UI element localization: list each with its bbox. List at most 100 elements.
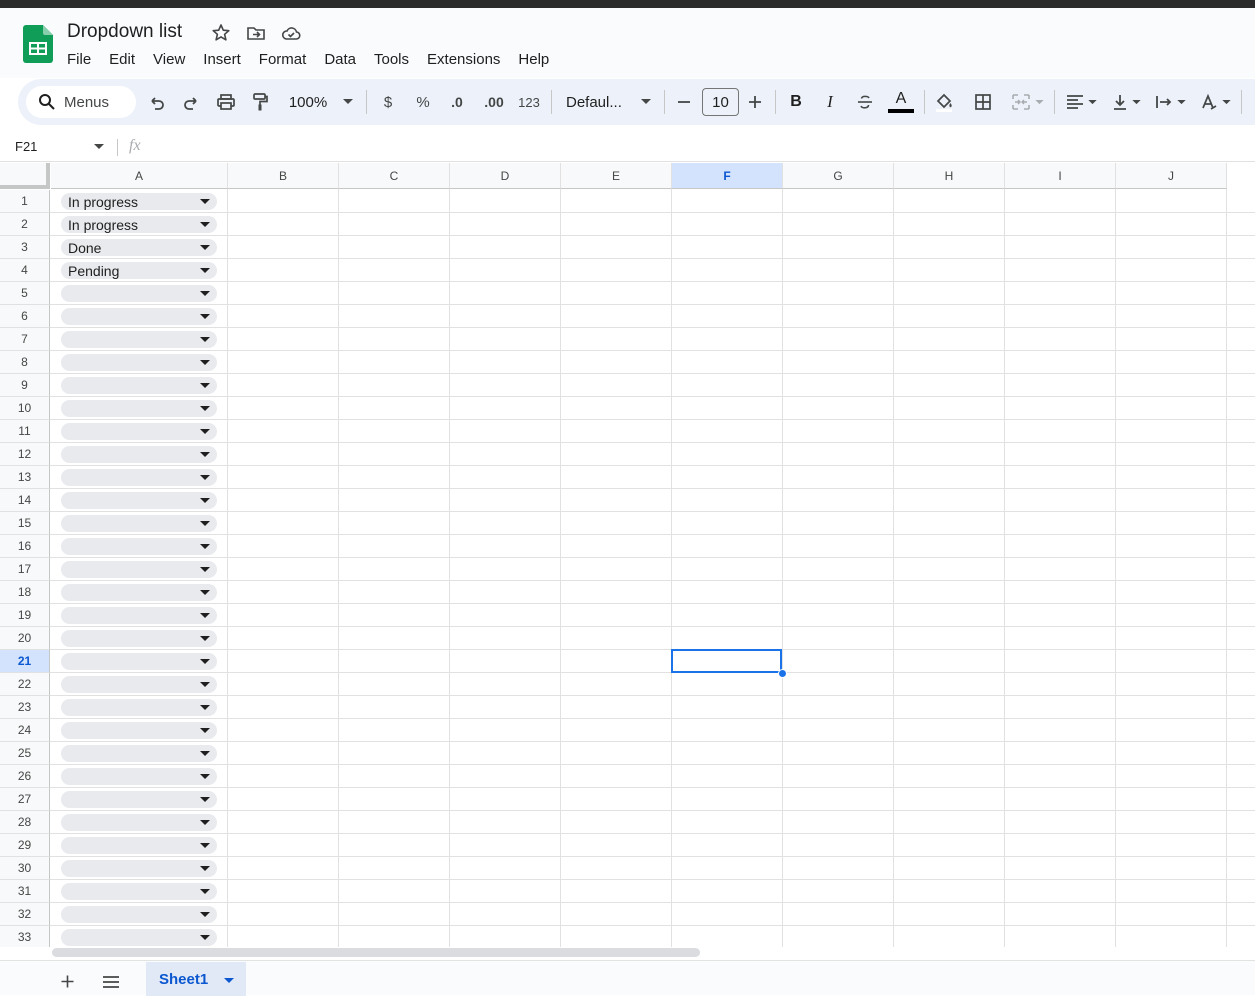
dropdown-chip-a28[interactable] (61, 814, 217, 831)
row-header-4[interactable]: 4 (0, 259, 50, 282)
print-button[interactable] (215, 79, 237, 125)
dropdown-chip-a3[interactable]: Done (61, 239, 217, 256)
row-header-29[interactable]: 29 (0, 834, 50, 857)
dropdown-arrow-icon[interactable] (200, 521, 210, 526)
dropdown-arrow-icon[interactable] (200, 843, 210, 848)
menu-extensions[interactable]: Extensions (418, 50, 509, 72)
dropdown-chip-a33[interactable] (61, 929, 217, 946)
column-header-g[interactable]: G (783, 163, 894, 189)
dropdown-arrow-icon[interactable] (200, 406, 210, 411)
horizontal-align-button[interactable] (1062, 79, 1100, 125)
row-header-5[interactable]: 5 (0, 282, 50, 305)
dropdown-chip-a29[interactable] (61, 837, 217, 854)
dropdown-arrow-icon[interactable] (200, 452, 210, 457)
dropdown-arrow-icon[interactable] (200, 636, 210, 641)
borders-button[interactable] (972, 79, 994, 125)
cloud-icon[interactable] (280, 22, 302, 44)
dropdown-chip-a19[interactable] (61, 607, 217, 624)
sheet-tab-menu-icon[interactable] (224, 978, 234, 983)
percent-format-button[interactable]: % (412, 79, 434, 125)
font-family-select[interactable]: Defaul... (566, 79, 630, 125)
row-header-23[interactable]: 23 (0, 696, 50, 719)
column-header-a[interactable]: A (51, 163, 228, 189)
dropdown-arrow-icon[interactable] (200, 567, 210, 572)
row-header-6[interactable]: 6 (0, 305, 50, 328)
text-wrapping-button[interactable] (1152, 79, 1188, 125)
column-header-e[interactable]: E (561, 163, 672, 189)
decrease-font-size-button[interactable] (674, 79, 694, 125)
dropdown-arrow-icon[interactable] (200, 682, 210, 687)
row-header-31[interactable]: 31 (0, 880, 50, 903)
font-dropdown-button[interactable] (638, 79, 654, 125)
row-header-17[interactable]: 17 (0, 558, 50, 581)
dropdown-chip-a8[interactable] (61, 354, 217, 371)
dropdown-chip-a22[interactable] (61, 676, 217, 693)
spreadsheet-grid[interactable]: A B C D E F G H I J 1 In progress 2 In progress 3 Done 4… (0, 163, 1255, 947)
dropdown-arrow-icon[interactable] (200, 889, 210, 894)
dropdown-chip-a26[interactable] (61, 768, 217, 785)
dropdown-arrow-icon[interactable] (200, 774, 210, 779)
decrease-decimal-button[interactable]: .0 (445, 79, 469, 125)
row-header-9[interactable]: 9 (0, 374, 50, 397)
dropdown-arrow-icon[interactable] (200, 245, 210, 250)
dropdown-chip-a30[interactable] (61, 860, 217, 877)
select-all-corner[interactable] (0, 163, 50, 189)
row-header-32[interactable]: 32 (0, 903, 50, 926)
menu-format[interactable]: Format (250, 50, 316, 72)
column-header-j[interactable]: J (1116, 163, 1227, 189)
dropdown-arrow-icon[interactable] (200, 268, 210, 273)
dropdown-arrow-icon[interactable] (200, 383, 210, 388)
dropdown-arrow-icon[interactable] (200, 498, 210, 503)
text-rotation-button[interactable] (1196, 79, 1234, 125)
row-header-21[interactable]: 21 (0, 650, 50, 673)
move-folder-icon[interactable] (245, 22, 267, 44)
dropdown-arrow-icon[interactable] (200, 751, 210, 756)
row-header-27[interactable]: 27 (0, 788, 50, 811)
row-header-22[interactable]: 22 (0, 673, 50, 696)
menu-file[interactable]: File (58, 50, 100, 72)
dropdown-arrow-icon[interactable] (200, 337, 210, 342)
dropdown-arrow-icon[interactable] (200, 544, 210, 549)
dropdown-chip-a4[interactable]: Pending (61, 262, 217, 279)
dropdown-arrow-icon[interactable] (200, 820, 210, 825)
redo-button[interactable] (180, 79, 202, 125)
menu-help[interactable]: Help (509, 50, 558, 72)
menu-view[interactable]: View (144, 50, 194, 72)
dropdown-chip-a1[interactable]: In progress (61, 193, 217, 210)
row-header-19[interactable]: 19 (0, 604, 50, 627)
star-icon[interactable] (210, 22, 232, 44)
dropdown-arrow-icon[interactable] (200, 590, 210, 595)
dropdown-chip-a31[interactable] (61, 883, 217, 900)
dropdown-chip-a11[interactable] (61, 423, 217, 440)
fill-color-button[interactable] (933, 79, 955, 125)
row-header-3[interactable]: 3 (0, 236, 50, 259)
dropdown-arrow-icon[interactable] (200, 866, 210, 871)
fill-handle[interactable] (778, 669, 787, 678)
increase-decimal-button[interactable]: .00 (480, 79, 508, 125)
menu-tools[interactable]: Tools (365, 50, 418, 72)
row-header-15[interactable]: 15 (0, 512, 50, 535)
dropdown-arrow-icon[interactable] (200, 705, 210, 710)
row-header-25[interactable]: 25 (0, 742, 50, 765)
dropdown-arrow-icon[interactable] (200, 314, 210, 319)
merge-cells-button[interactable] (1007, 79, 1047, 125)
row-header-12[interactable]: 12 (0, 443, 50, 466)
zoom-select[interactable]: 100% (284, 79, 332, 125)
all-sheets-icon[interactable] (103, 976, 119, 988)
dropdown-chip-a2[interactable]: In progress (61, 216, 217, 233)
horizontal-scrollbar[interactable] (52, 948, 700, 957)
dropdown-chip-a32[interactable] (61, 906, 217, 923)
undo-button[interactable] (146, 79, 168, 125)
dropdown-chip-a13[interactable] (61, 469, 217, 486)
dropdown-chip-a21[interactable] (61, 653, 217, 670)
sheets-logo-icon[interactable] (23, 25, 53, 63)
sheet-tab-sheet1[interactable]: Sheet1 (146, 962, 246, 996)
dropdown-chip-a10[interactable] (61, 400, 217, 417)
dropdown-chip-a23[interactable] (61, 699, 217, 716)
dropdown-arrow-icon[interactable] (200, 659, 210, 664)
increase-font-size-button[interactable] (745, 79, 765, 125)
dropdown-chip-a12[interactable] (61, 446, 217, 463)
dropdown-chip-a27[interactable] (61, 791, 217, 808)
dropdown-arrow-icon[interactable] (200, 360, 210, 365)
column-header-h[interactable]: H (894, 163, 1005, 189)
